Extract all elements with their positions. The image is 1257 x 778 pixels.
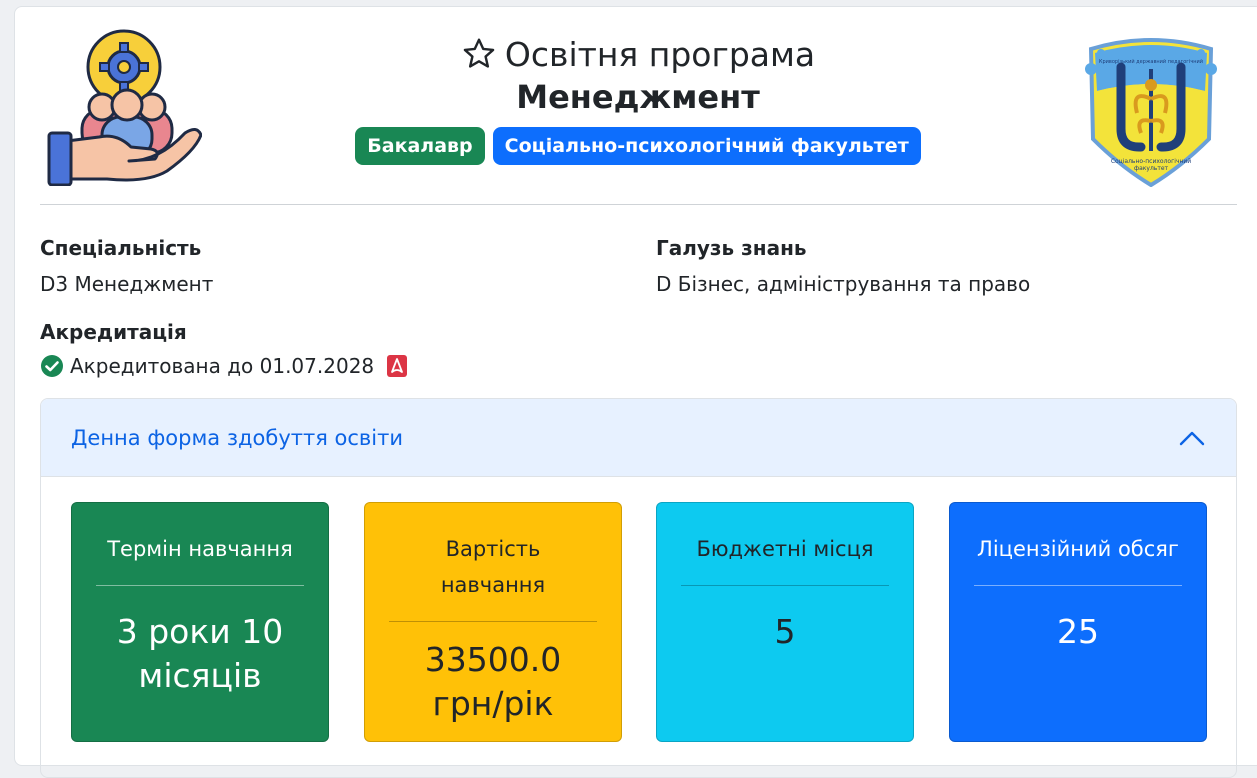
header-divider: [40, 204, 1237, 205]
stat-title: Бюджетні місця: [696, 537, 874, 561]
star-outline-icon[interactable]: [461, 36, 497, 72]
study-form-accordion: Денна форма здобуття освіти Термін навча…: [40, 398, 1237, 778]
accreditation-row: Акредитована до 01.07.2028: [40, 354, 408, 378]
stat-title: Вартість навчання: [440, 537, 546, 597]
degree-badge: Бакалавр: [355, 127, 485, 165]
field-of-knowledge-label: Галузь знань: [656, 236, 807, 260]
logo-text-bottom: Соціально-психологічний: [1111, 158, 1191, 165]
specialty-value: D3 Менеджмент: [40, 272, 214, 296]
accordion-title: Денна форма здобуття освіти: [71, 425, 404, 450]
title-block: Освітня програма Менеджмент Бакалавр Соц…: [315, 33, 961, 165]
stat-card-cost: Вартість навчання 33500.0 грн/рік: [364, 502, 622, 742]
stat-grid: Термін навчання 3 роки 10 місяців Вартіс…: [71, 502, 1207, 762]
program-label: Освітня програма: [504, 34, 816, 74]
svg-text:факультет: факультет: [1134, 165, 1169, 172]
program-name: Менеджмент: [516, 78, 760, 116]
stat-card-duration: Термін навчання 3 роки 10 місяців: [71, 502, 329, 742]
university-crest-logo: Криворізький державний педагогічний Соці…: [1085, 38, 1217, 187]
accreditation-label: Акредитація: [40, 320, 187, 344]
stat-value: 25: [1057, 612, 1099, 651]
program-card: Освітня програма Менеджмент Бакалавр Соц…: [14, 6, 1257, 778]
stat-value: 33500.0 грн/рік: [424, 640, 562, 723]
stat-card-budget-places: Бюджетні місця 5: [656, 502, 914, 742]
field-of-knowledge-value: D Бізнес, адміністрування та право: [656, 272, 1031, 296]
pdf-file-icon[interactable]: [386, 354, 408, 378]
stat-title: Термін навчання: [107, 537, 293, 561]
check-circle-icon: [41, 355, 63, 377]
title-line: Освітня програма: [315, 33, 961, 75]
accreditation-value: Акредитована до 01.07.2028: [70, 354, 375, 378]
badge-row: Бакалавр Соціально-психологічний факульт…: [315, 127, 961, 165]
faculty-badge: Соціально-психологічний факультет: [492, 127, 921, 165]
stat-card-license-volume: Ліцензійний обсяг 25: [949, 502, 1207, 742]
accordion-header[interactable]: Денна форма здобуття освіти: [41, 399, 1236, 477]
chevron-up-icon[interactable]: [1178, 428, 1206, 448]
stat-title: Ліцензійний обсяг: [977, 537, 1179, 561]
people-gear-hand-icon: [47, 29, 202, 186]
stat-value: 5: [774, 612, 796, 651]
stat-value: 3 роки 10 місяців: [116, 612, 284, 695]
specialty-label: Спеціальність: [40, 236, 202, 260]
logo-text-top: Криворізький державний педагогічний: [1099, 58, 1203, 65]
